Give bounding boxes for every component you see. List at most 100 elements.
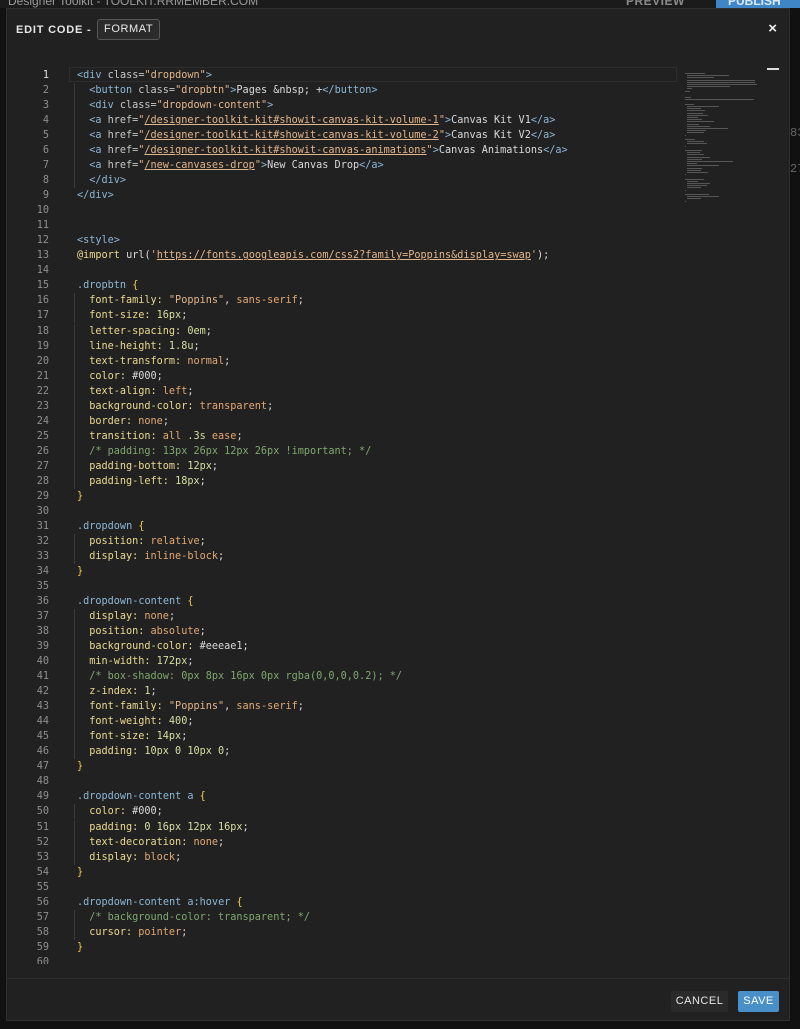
code-line[interactable]: 8 </div> — [7, 173, 687, 189]
code-token: font-weight: — [89, 716, 169, 728]
line-number: 2 — [42, 85, 49, 97]
code-line[interactable]: 47} — [7, 759, 687, 774]
code-minimap[interactable] — [677, 67, 757, 207]
code-line[interactable]: 58 cursor: pointer; — [7, 924, 687, 940]
close-icon[interactable]: × — [768, 21, 777, 36]
code-token: href= — [107, 145, 139, 157]
code-line[interactable]: 46 padding: 10px 0 10px 0; — [7, 744, 687, 760]
code-line[interactable]: 50 color: #000; — [7, 804, 687, 820]
code-line[interactable]: 28 padding-left: 18px; — [7, 473, 687, 489]
code-line[interactable]: 16 font-family: "Poppins", sans-serif; — [7, 293, 687, 309]
code-line[interactable]: 55 — [7, 880, 687, 895]
code-line[interactable]: 51 padding: 0 16px 12px 16px; — [7, 819, 687, 835]
code-line[interactable]: 57 /* background-color: transparent; */ — [7, 909, 687, 925]
code-token: <div — [77, 70, 108, 81]
code-token: z-index: — [89, 686, 145, 698]
line-number: 25 — [36, 430, 49, 442]
code-line[interactable]: 59} — [7, 940, 687, 955]
code-line[interactable]: 54} — [7, 865, 687, 880]
code-line[interactable]: 25 transition: all .3s ease; — [7, 428, 687, 444]
code-text: display: inline-block; — [89, 549, 224, 564]
code-line[interactable]: 1 <div class="dropdown"> — [7, 68, 687, 83]
code-line[interactable]: 6 <a href="/designer-toolkit-kit#showit-c… — [7, 143, 687, 159]
cancel-button[interactable]: CANCEL — [671, 991, 728, 1012]
code-token: ); — [537, 250, 550, 262]
code-line[interactable]: 12 <style> — [7, 233, 687, 248]
editor-scrollbar[interactable] — [767, 68, 779, 70]
code-line[interactable]: 60 — [7, 955, 687, 964]
code-text: display: block; — [89, 850, 181, 865]
code-token: ; — [205, 325, 212, 337]
code-line[interactable]: 30 — [7, 504, 687, 519]
code-line[interactable]: 31 .dropdown { — [7, 519, 687, 534]
code-line[interactable]: 19 line-height: 1.8u; — [7, 338, 687, 354]
code-line[interactable]: 53 display: block; — [7, 849, 687, 865]
code-line[interactable]: 39 background-color: #eeeae1; — [7, 639, 687, 655]
code-line[interactable]: 4 <a href="/designer-toolkit-kit#showit-c… — [7, 113, 687, 129]
minimap-line — [687, 141, 705, 143]
line-number: 37 — [36, 611, 49, 623]
save-button[interactable]: SAVE — [738, 991, 779, 1012]
code-line[interactable]: 45 font-size: 14px; — [7, 729, 687, 745]
code-token: left — [162, 385, 188, 397]
code-line[interactable]: 43 font-family: "Poppins", sans-serif; — [7, 699, 687, 715]
format-button[interactable]: FORMAT — [97, 19, 161, 40]
code-line[interactable]: 26 /* padding: 13px 26px 12px 26px !impor… — [7, 443, 687, 459]
code-text: padding-bottom: 12px; — [89, 459, 218, 474]
code-line[interactable]: 48 — [7, 774, 687, 789]
code-line[interactable]: 44 font-weight: 400; — [7, 714, 687, 730]
code-line[interactable]: 36 .dropdown-content { — [7, 594, 687, 609]
minimap-line — [687, 112, 704, 114]
code-text: <style> — [77, 233, 120, 248]
minimap-line — [687, 172, 708, 173]
code-line[interactable]: 21 color: #000; — [7, 368, 687, 384]
code-line[interactable]: 3 <div class="dropdown-content"> — [7, 98, 687, 114]
code-text: font-family: "Poppins", sans-serif; — [89, 699, 304, 714]
code-line[interactable]: 20 text-transform: normal; — [7, 353, 687, 369]
line-number: 39 — [36, 641, 49, 653]
code-line[interactable]: 14 — [7, 263, 687, 278]
code-text: border: none; — [89, 414, 169, 429]
code-text: background-color: #eeeae1; — [89, 639, 248, 654]
code-line[interactable]: 2 <button class="dropbtn">Pages &nbsp; +<… — [7, 83, 687, 99]
code-line[interactable]: 52 text-decoration: none; — [7, 834, 687, 850]
code-token: Canvas Kit V1 — [451, 115, 531, 127]
code-text: padding: 10px 0 10px 0; — [89, 744, 230, 759]
code-line[interactable]: 42 z-index: 1; — [7, 684, 687, 700]
code-line[interactable]: 15 .dropbtn { — [7, 278, 687, 293]
code-line[interactable]: 41 /* box-shadow: 0px 8px 16px 0px rgba(0… — [7, 669, 687, 685]
code-line[interactable]: 7 <a href="/new-canvases-drop">New Canvas… — [7, 158, 687, 174]
code-line[interactable]: 32 position: relative; — [7, 533, 687, 549]
minimap-line — [685, 145, 686, 147]
line-number: 11 — [36, 220, 49, 232]
code-token: .dropdown — [77, 520, 139, 532]
code-line[interactable]: 10 — [7, 203, 687, 218]
code-line[interactable]: 33 display: inline-block; — [7, 548, 687, 564]
code-line[interactable]: 35 — [7, 579, 687, 594]
indent-guide — [74, 548, 75, 564]
code-line[interactable]: 11 — [7, 218, 687, 233]
code-line[interactable]: 37 display: none; — [7, 609, 687, 625]
code-line[interactable]: 27 padding-bottom: 12px; — [7, 458, 687, 474]
code-line[interactable]: 24 border: none; — [7, 413, 687, 429]
code-line[interactable]: 34} — [7, 564, 687, 579]
code-token: 400 — [168, 716, 188, 728]
code-line[interactable]: 49 .dropdown-content a { — [7, 789, 687, 804]
code-line[interactable]: 56 .dropdown-content a:hover { — [7, 895, 687, 910]
code-token: padding: — [89, 821, 145, 833]
code-line[interactable]: 23 background-color: transparent; — [7, 398, 687, 414]
code-line[interactable]: 40 min-width: 172px; — [7, 654, 687, 670]
code-line[interactable]: 9 </div> — [7, 188, 687, 203]
code-editor[interactable]: 1 <div class="dropdown"> 2 <button class="d… — [7, 67, 789, 964]
code-token: display: — [89, 851, 145, 863]
line-number: 34 — [36, 565, 49, 577]
code-line[interactable]: 17 font-size: 16px; — [7, 308, 687, 324]
code-line[interactable]: 13 @import url('https://fonts.googleapis.… — [7, 248, 687, 263]
code-line[interactable]: 18 letter-spacing: 0em; — [7, 323, 687, 339]
code-line[interactable]: 22 text-align: left; — [7, 383, 687, 399]
code-line[interactable]: 5 <a href="/designer-toolkit-kit#showit-c… — [7, 128, 687, 144]
code-line[interactable]: 29} — [7, 489, 687, 504]
code-token: #eeeae1; — [199, 641, 249, 653]
code-line[interactable]: 38 position: absolute; — [7, 624, 687, 640]
code-token: class= — [119, 100, 157, 112]
